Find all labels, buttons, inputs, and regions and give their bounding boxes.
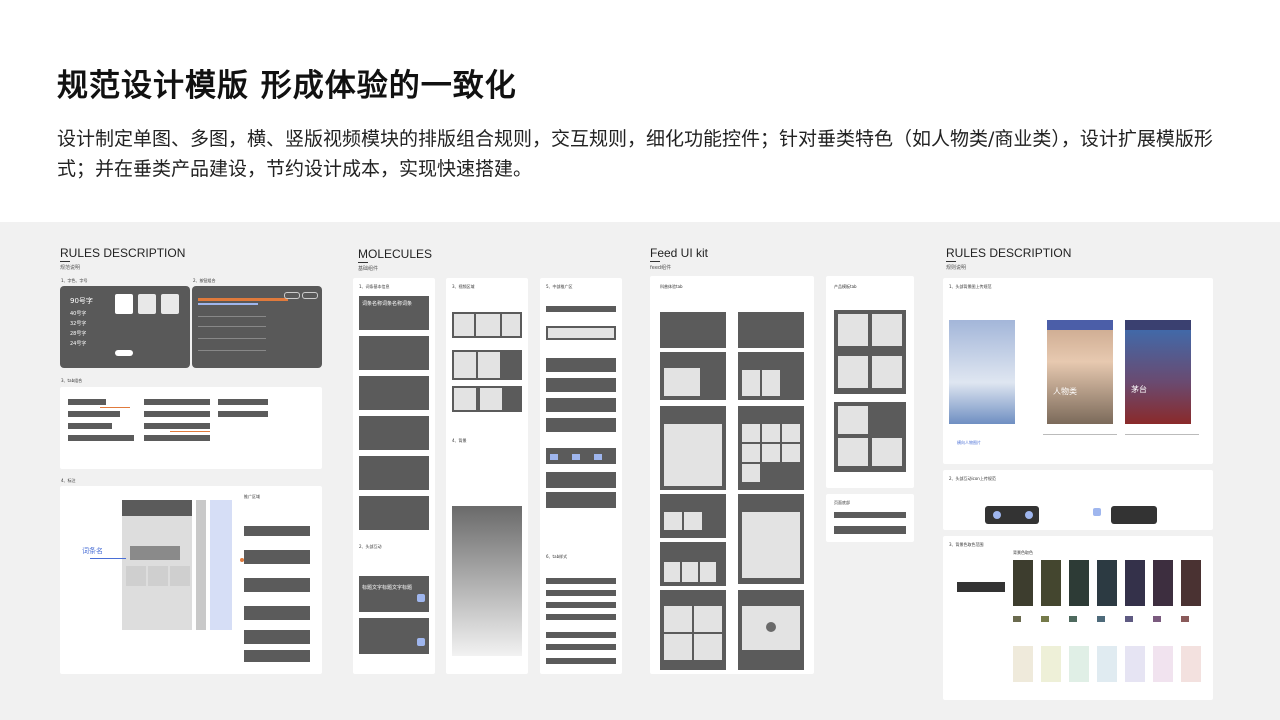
spec-title: 2、头部互动icon上传规范 — [949, 476, 996, 481]
section-button-label: 2、按钮组合 — [193, 278, 216, 283]
panel-heading-rules-2: RULES DESCRIPTION — [946, 246, 1072, 260]
page-description: 设计制定单图、多图，横、竖版视频模块的排版组合规则，交互规则，细化功能控件；针对… — [57, 128, 1213, 180]
tab-spec-card — [60, 387, 322, 469]
promo-area-label: 推广区域 — [244, 494, 260, 499]
page-title: 规范设计模版 形成体验的一致化 — [57, 68, 517, 104]
panel-subheading-rules: 规范说明 — [60, 261, 81, 271]
design-gallery: RULES DESCRIPTION 规范说明 1、字色、字号 90号字 40号字… — [0, 222, 1280, 720]
panel-subheading-molecules: 基础组件 — [358, 262, 379, 272]
molecule-card-info: 1、词条基本信息 词条名称词条名称词条 2、头部互动 标题文字标题文字标题 — [353, 278, 435, 674]
font-spec-row: 28号字 — [70, 331, 87, 337]
molecule-title: 3、视频区域 — [452, 284, 475, 289]
panel-subheading-feed: feed组件 — [650, 261, 672, 271]
molecule-title: 6、tab样式 — [546, 554, 568, 559]
annotation-card: 词条名 推广区域 — [60, 486, 322, 674]
product-template-card: 产品模板tab — [826, 276, 914, 488]
feed-kit-card: 科普体验tab — [650, 276, 814, 674]
product-template-title: 产品模板tab — [834, 284, 857, 289]
font-spec-big: 90号字 — [70, 297, 93, 305]
panel-subheading-rules-2: 规则说明 — [946, 261, 967, 271]
panel-heading-rules: RULES DESCRIPTION — [60, 246, 186, 260]
bg-color-spec-card: 3、背景色取色范围 背景色取色 — [943, 536, 1213, 700]
image-caption: 横向人物图片 — [957, 440, 981, 445]
section-tab-label: 3、tab组合 — [61, 378, 83, 383]
brand-caption: 茅台 — [1131, 385, 1147, 394]
molecule-item-text: 词条名称词条名称词条 — [362, 301, 413, 307]
page-bottom-title: 页面底部 — [834, 500, 850, 505]
font-spec-row: 32号字 — [70, 321, 87, 327]
spec-title: 3、背景色取色范围 — [949, 542, 984, 547]
swatch-label: 背景色取色 — [1013, 550, 1033, 555]
font-spec-row: 40号字 — [70, 311, 87, 317]
callout-label: 词条名 — [82, 547, 103, 555]
panel-heading-feed: Feed UI kit — [650, 246, 709, 260]
font-spec-row: 24号字 — [70, 341, 87, 347]
panel-heading-molecules: MOLECULES — [358, 247, 433, 261]
font-spec-card: 90号字 40号字 32号字 28号字 24号字 — [60, 286, 190, 368]
molecule-title: 5、中部推广区 — [546, 284, 573, 289]
header-bg-spec-card: 1、头部背景图上传规范 人物类 茅台 横向人物图片 — [943, 278, 1213, 464]
section-font-label: 1、字色、字号 — [61, 278, 88, 283]
molecule-title: 1、词条基本信息 — [359, 284, 390, 289]
molecule-title: 4、背景 — [452, 438, 467, 443]
molecule-card-video: 3、视频区域 4、背景 — [446, 278, 528, 674]
section-annotation-label: 4、标注 — [61, 478, 76, 483]
feed-kit-title: 科普体验tab — [660, 284, 683, 289]
page-bottom-card: 页面底部 — [826, 494, 914, 542]
person-caption: 人物类 — [1053, 387, 1077, 396]
molecule-item-text: 标题文字标题文字标题 — [362, 585, 413, 591]
molecule-card-promo: 5、中部推广区 6、tab样式 — [540, 278, 622, 674]
spec-title: 1、头部背景图上传规范 — [949, 284, 992, 289]
molecule-title: 2、头部互动 — [359, 544, 382, 549]
button-spec-card — [192, 286, 322, 368]
icon-upload-spec-card: 2、头部互动icon上传规范 — [943, 470, 1213, 530]
